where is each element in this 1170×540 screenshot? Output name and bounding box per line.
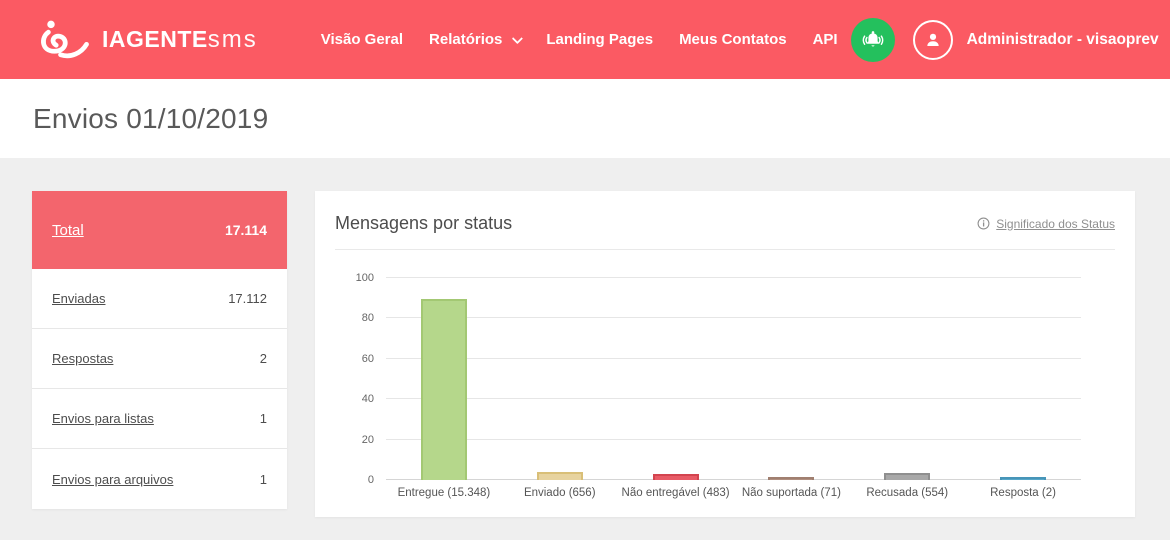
sidebar-item-label: Envios para listas: [52, 411, 154, 426]
x-axis-category-label: Não suportada (71): [741, 487, 841, 499]
notifications-button[interactable]: [850, 17, 895, 62]
user-menu[interactable]: Administrador - visaoprev: [912, 19, 1170, 60]
main-menu: Visão Geral Relatórios Landing Pages Meu…: [308, 31, 851, 48]
x-axis-category-label: Não entregável (483): [621, 487, 730, 499]
bar-slot: [502, 278, 618, 480]
user-label: Administrador - visaoprev: [966, 30, 1159, 48]
page-header: Envios 01/10/2019: [0, 79, 1170, 158]
y-tick-label: 60: [361, 352, 374, 365]
sidebar-item-label: Envios para arquivos: [52, 471, 174, 487]
ringing-bell-icon: [859, 28, 887, 52]
status-meaning-link[interactable]: Significado dos Status: [977, 217, 1115, 231]
sidebar-item-value: 17.114: [224, 222, 267, 238]
chevron-down-icon: [512, 32, 524, 44]
sidebar-item-label: Respostas: [52, 351, 114, 366]
x-labels-row: Entregue (15.348) Enviado (656) Não entreg…: [386, 487, 1081, 499]
bar-slot: [618, 278, 734, 480]
nav-right-section: Administrador - visaoprev: [850, 17, 1170, 62]
summary-sidebar: Total 17.114 Enviadas 17.112 Respostas 2…: [32, 191, 287, 509]
bars-row: [386, 278, 1081, 480]
sidebar-item-value: 1: [259, 411, 267, 426]
brand-name-bold: IAGENTE: [102, 26, 208, 52]
nav-item-visao-geral[interactable]: Visão Geral: [321, 31, 403, 48]
panel-title: Mensagens por status: [335, 213, 513, 233]
bar-2: [536, 472, 583, 480]
x-axis-category-label: Entregue (15.348): [397, 487, 491, 499]
sidebar-item-respostas[interactable]: Respostas 2: [32, 329, 287, 389]
iagente-logo-icon: [38, 18, 102, 62]
content-area: Total 17.114 Enviadas 17.112 Respostas 2…: [0, 158, 1170, 517]
user-avatar: [912, 19, 953, 60]
messages-status-panel: Mensagens por status Significado dos Sta…: [315, 191, 1135, 517]
bar-4: [768, 477, 815, 480]
sidebar-item-label: Enviadas: [52, 291, 106, 306]
nav-item-landing-pages[interactable]: Landing Pages: [546, 31, 653, 48]
bar-1: [420, 298, 467, 480]
bar-6: [1000, 477, 1047, 480]
sidebar-item-envios-para-arquivos[interactable]: Envios para arquivos 1: [32, 449, 287, 509]
sidebar-item-value: 2: [259, 351, 267, 366]
brand-logo[interactable]: IAGENTE sms: [38, 18, 258, 62]
sidebar-item-enviadas[interactable]: Enviadas 17.112: [32, 269, 287, 329]
x-axis-category-label: Enviado (656): [523, 487, 596, 499]
nav-item-meus-contatos[interactable]: Meus Contatos: [679, 31, 787, 48]
page-title: Envios 01/10/2019: [33, 102, 269, 134]
bar-3: [652, 474, 699, 480]
x-axis-category-label: Resposta (2): [990, 487, 1056, 499]
sidebar-item-total[interactable]: Total 17.114: [32, 191, 287, 269]
bar-5: [884, 473, 931, 480]
y-tick-label: 80: [361, 312, 374, 325]
info-icon: [977, 217, 990, 230]
sidebar-item-label: Total: [52, 221, 84, 239]
y-tick-label: 20: [361, 433, 374, 446]
y-tick-label: 100: [355, 272, 374, 284]
y-tick-label: 0: [367, 474, 374, 486]
bar-slot: [849, 278, 965, 480]
person-icon: [922, 29, 944, 51]
y-tick-label: 40: [361, 393, 374, 406]
sidebar-item-value: 17.112: [228, 291, 267, 306]
nav-item-api[interactable]: API: [813, 31, 838, 48]
brand-name-light: sms: [207, 25, 258, 53]
bar-slot: [733, 278, 849, 480]
bar-chart: 0 20 40 60 80 100: [356, 272, 1081, 486]
sidebar-item-envios-para-listas[interactable]: Envios para listas 1: [32, 389, 287, 449]
top-navigation-bar: IAGENTE sms Visão Geral Relatórios Landi…: [0, 0, 1170, 79]
bar-slot: [386, 278, 502, 480]
plot-area: 0 20 40 60 80 100: [356, 272, 1081, 486]
nav-item-relatorios[interactable]: Relatórios: [429, 31, 524, 48]
sidebar-item-value: 1: [259, 471, 267, 487]
panel-header: Mensagens por status Significado dos Sta…: [335, 213, 1115, 250]
x-axis-category-label: Recusada (554): [866, 487, 949, 499]
bar-slot: [965, 278, 1081, 480]
